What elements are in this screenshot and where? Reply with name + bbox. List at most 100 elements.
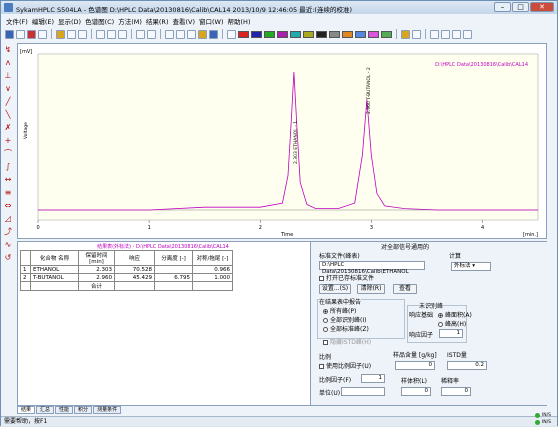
new-icon[interactable] (5, 29, 14, 39)
noise-icon[interactable]: ∿ (3, 240, 13, 250)
menu-help[interactable]: 帮助(H) (228, 16, 251, 26)
menu-method[interactable]: 方法(M) (118, 16, 142, 26)
maximize-button[interactable]: □ (512, 2, 529, 12)
color-pink-button[interactable] (368, 30, 379, 38)
properties-icon[interactable] (198, 29, 207, 39)
drift-icon[interactable]: ⤴ (3, 227, 13, 237)
chromatogram-pane[interactable]: [mV] Voltage Time [min.] D:\HPLC Data\20… (17, 43, 547, 239)
opt-height[interactable]: 峰高(H) (438, 319, 466, 328)
unit-field[interactable] (341, 387, 385, 396)
table-row[interactable]: 2 T-BUTANOL 2.960 45.429 6.795 1.000 (20, 273, 233, 282)
color-green-button[interactable] (264, 30, 275, 38)
first-icon[interactable] (430, 29, 439, 39)
use-ratio-checkbox[interactable]: 使用比例因子(U) (319, 361, 371, 370)
grid-icon[interactable] (412, 29, 421, 39)
reset-icon[interactable]: ↺ (3, 253, 13, 263)
tangent-tool-icon[interactable]: ╱ (3, 97, 13, 107)
resp-factor-field[interactable]: 1 (439, 329, 463, 338)
save-icon[interactable] (16, 29, 25, 39)
tab-summary[interactable]: 汇总 (36, 406, 55, 414)
peak-tool-icon[interactable]: ʌ (3, 58, 13, 68)
close-doc-icon[interactable] (27, 29, 36, 39)
ratio-factor-field[interactable]: 1 (361, 374, 385, 383)
split-tool-icon[interactable]: ⊥ (3, 71, 13, 81)
tab-integration[interactable]: 积分 (74, 406, 93, 414)
minimize-button[interactable]: – (494, 2, 511, 12)
overlay-icon[interactable] (227, 29, 236, 39)
menu-edit[interactable]: 编辑(E) (32, 16, 54, 26)
status-bar: 需要帮助，按F1 IN/S IN/S (1, 413, 557, 426)
color-black-button[interactable] (316, 30, 327, 38)
copy-icon[interactable] (107, 29, 116, 39)
open-icon[interactable] (56, 29, 65, 39)
shoulder-tool-icon[interactable]: ╲ (3, 110, 13, 120)
baseline-tool-icon[interactable]: ↯ (3, 45, 13, 55)
menu-results[interactable]: 结果(R) (146, 16, 169, 26)
color-olive-button[interactable] (303, 30, 314, 38)
color-orange-button[interactable] (342, 30, 353, 38)
results-table[interactable]: 化合物 名称 保留时间 [min] 响应 分离度 [-] 对称/拖尾 [-] 1… (20, 250, 233, 291)
save-all-icon[interactable] (67, 29, 76, 39)
menu-display[interactable]: 显示(D) (58, 16, 81, 26)
menu-file[interactable]: 文件(F) (6, 16, 28, 26)
menu-view[interactable]: 查看(V) (172, 16, 195, 26)
color-lightblue-button[interactable] (355, 30, 366, 38)
std-file-field[interactable]: D:\HPLC Data\20130816\Calib\ETHANOL (319, 261, 425, 275)
table-row[interactable]: 1 ETHANOL 2.303 70.528 0.966 (20, 265, 233, 274)
color-blue-button[interactable] (251, 30, 262, 38)
unid-label: 未识别峰 (419, 301, 444, 310)
skim-icon[interactable]: ◿ (3, 214, 13, 224)
sample-field[interactable]: 0 (395, 361, 435, 370)
opt-all-peaks[interactable]: 所有峰(P) (323, 306, 356, 315)
integrate-icon[interactable]: ∫ (3, 162, 13, 172)
color-red-button[interactable] (238, 30, 249, 38)
color-lightgreen-button[interactable] (381, 30, 392, 38)
menu-window[interactable]: 窗口(W) (199, 16, 224, 26)
tab-conditions[interactable]: 测量条件 (93, 406, 122, 414)
paste-icon[interactable] (118, 29, 127, 39)
istd-field[interactable]: 0.2 (447, 361, 487, 370)
chart-icon[interactable] (209, 29, 218, 39)
calc-label: 计算 (449, 253, 462, 260)
redo-icon[interactable] (147, 29, 156, 39)
tab-results[interactable]: 结果 (17, 406, 36, 414)
calc-select[interactable]: 外标法 ▾ (451, 262, 491, 271)
color-cyan-button[interactable] (290, 30, 301, 38)
add-peak-icon[interactable]: + (3, 136, 13, 146)
threshold-icon[interactable]: ≡ (3, 188, 13, 198)
hide-istd-checkbox[interactable]: 隐藏ISTD峰(H) (323, 337, 371, 346)
cut-icon[interactable] (96, 29, 105, 39)
open-std-checkbox[interactable]: 打开已存标准文件 (319, 273, 374, 282)
next-icon[interactable] (452, 29, 461, 39)
prev-icon[interactable] (441, 29, 450, 39)
valley-tool-icon[interactable]: ∨ (3, 84, 13, 94)
opt-all-std[interactable]: 全部标准峰(Z) (323, 324, 369, 333)
opt-all-identified[interactable]: 全部识别峰(I) (323, 315, 366, 324)
zoom-out-icon[interactable] (176, 29, 185, 39)
menu-chromatogram[interactable]: 色谱图(C) (85, 16, 114, 26)
dilution-field[interactable]: 0 (441, 387, 471, 396)
tab-performance[interactable]: 性能 (55, 406, 74, 414)
move-icon[interactable]: ↔ (3, 175, 13, 185)
chromatogram-plot[interactable]: [mV] Voltage Time [min.] D:\HPLC Data\20… (18, 44, 546, 238)
settings-button[interactable]: 设置...(S) (319, 284, 351, 294)
delete-peak-icon[interactable]: ✗ (3, 123, 13, 133)
vol-field[interactable]: 0 (401, 387, 431, 396)
width-icon[interactable]: ⇔ (3, 201, 13, 211)
last-icon[interactable] (463, 29, 472, 39)
export-icon[interactable] (38, 29, 47, 39)
close-button[interactable]: ✕ (530, 2, 554, 12)
col-response: 响应 (114, 250, 155, 266)
zoom-in-icon[interactable] (165, 29, 174, 39)
edit-baseline-icon[interactable]: ⌒ (3, 149, 13, 159)
zoom-fit-icon[interactable] (187, 29, 196, 39)
marker-icon[interactable] (401, 29, 410, 39)
print-icon[interactable] (78, 29, 87, 39)
undo-icon[interactable] (136, 29, 145, 39)
results-title: 结果表(外标法) - D:\HPLC Data\20130816\Calib\C… (97, 244, 229, 250)
clear-button[interactable]: 清除(R) (357, 284, 385, 294)
opt-area[interactable]: 峰面积(A) (438, 310, 472, 319)
color-gray-button[interactable] (329, 30, 340, 38)
color-magenta-button[interactable] (277, 30, 288, 38)
view-button[interactable]: 查看 (393, 284, 417, 294)
